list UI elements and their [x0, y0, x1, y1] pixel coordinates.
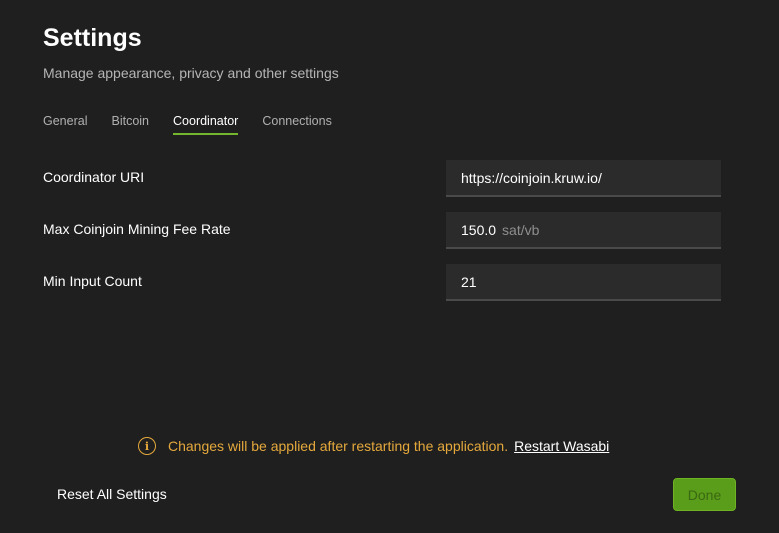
- notice-text: Changes will be applied after restarting…: [168, 438, 509, 454]
- min-input-count-input[interactable]: 21: [446, 264, 721, 301]
- max-fee-rate-label: Max Coinjoin Mining Fee Rate: [43, 221, 231, 237]
- coordinator-uri-label: Coordinator URI: [43, 169, 145, 185]
- reset-all-settings-button[interactable]: Reset All Settings: [57, 486, 167, 502]
- info-icon: i: [138, 437, 156, 455]
- settings-page: Settings Manage appearance, privacy and …: [0, 0, 779, 533]
- fee-rate-unit: sat/vb: [502, 221, 540, 238]
- max-fee-rate-input[interactable]: 150.0 sat/vb: [446, 212, 721, 249]
- tab-coordinator[interactable]: Coordinator: [173, 114, 239, 135]
- coordinator-uri-input[interactable]: https://coinjoin.kruw.io/: [446, 160, 721, 197]
- tab-bar: General Bitcoin Coordinator Connections: [43, 114, 356, 135]
- restart-wasabi-link[interactable]: Restart Wasabi: [514, 438, 609, 454]
- coordinator-uri-value: https://coinjoin.kruw.io/: [461, 169, 602, 186]
- min-input-count-value: 21: [461, 273, 477, 290]
- max-fee-rate-value: 150.0: [461, 221, 497, 238]
- restart-notice: i Changes will be applied after restarti…: [138, 437, 609, 455]
- tab-general[interactable]: General: [43, 114, 87, 135]
- tab-connections[interactable]: Connections: [262, 114, 332, 135]
- page-subtitle: Manage appearance, privacy and other set…: [43, 65, 339, 81]
- done-button[interactable]: Done: [673, 478, 736, 511]
- tab-bitcoin[interactable]: Bitcoin: [111, 114, 149, 135]
- page-title: Settings: [43, 24, 142, 52]
- min-input-count-label: Min Input Count: [43, 273, 142, 289]
